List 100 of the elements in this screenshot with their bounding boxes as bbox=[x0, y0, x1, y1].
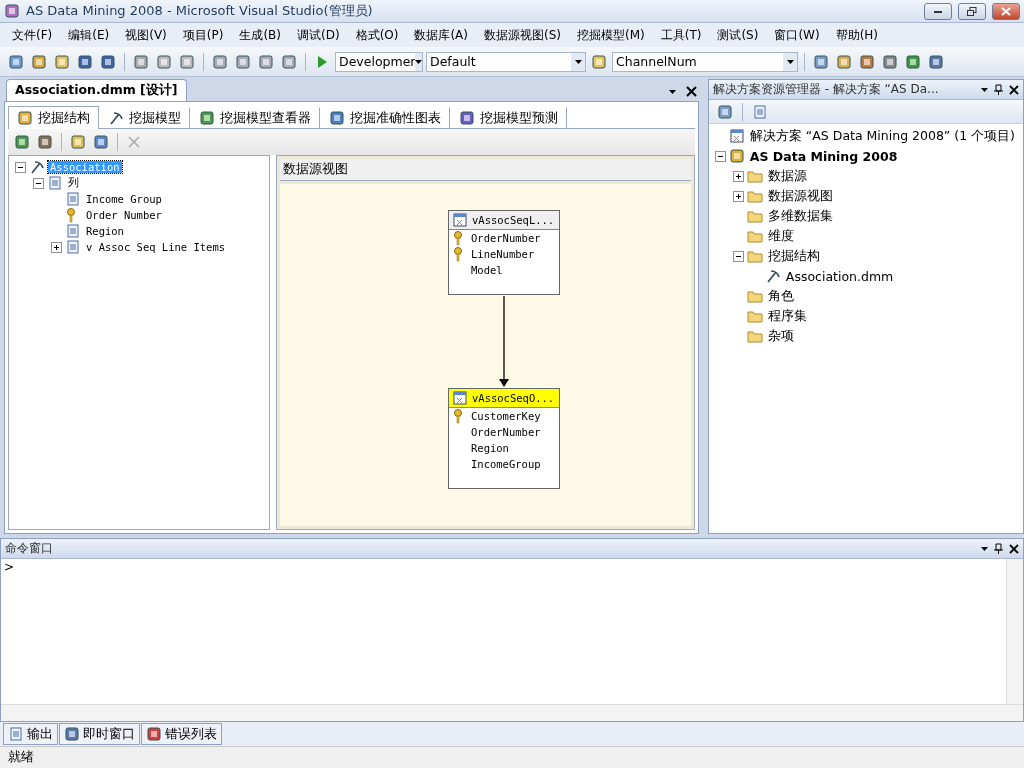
tree-item[interactable]: 解决方案 “AS Data Mining 2008” (1 个项目) bbox=[747, 127, 1017, 145]
caret-icon bbox=[415, 59, 422, 64]
minimize-button[interactable] bbox=[924, 2, 952, 20]
table-node[interactable]: vAssocSeqL... OrderNumber LineNumber Model bbox=[448, 210, 560, 295]
folder-icon bbox=[746, 208, 763, 224]
tree-item[interactable]: 挖掘结构 bbox=[765, 247, 822, 265]
find-dropdown[interactable]: ChannelNum bbox=[612, 51, 798, 72]
tree-item[interactable]: AS Data Mining 2008 bbox=[747, 148, 900, 164]
tree-item[interactable]: 数据源 bbox=[765, 167, 809, 185]
menu-item[interactable]: 数据源视图(S) bbox=[476, 24, 569, 46]
restore-button[interactable] bbox=[958, 2, 986, 20]
tree-item[interactable]: Income Group bbox=[84, 193, 164, 205]
column-name: IncomeGroup bbox=[471, 458, 541, 470]
tree-item[interactable]: 程序集 bbox=[765, 307, 809, 325]
column-name: LineNumber bbox=[471, 248, 535, 260]
column-name: OrderNumber bbox=[471, 232, 541, 244]
play-icon bbox=[317, 55, 327, 68]
expand-icon[interactable] bbox=[732, 190, 744, 202]
tree-item[interactable]: Order Number bbox=[84, 209, 164, 221]
tree-item[interactable]: 多维数据集 bbox=[765, 207, 835, 225]
caret-icon bbox=[574, 59, 582, 64]
menu-item[interactable]: 文件(F) bbox=[4, 24, 61, 46]
menu-item[interactable]: 帮助(H) bbox=[827, 24, 887, 46]
dropdown-icon bbox=[981, 546, 988, 551]
command-prompt: > bbox=[4, 560, 15, 574]
folder-icon bbox=[746, 168, 763, 184]
close-button[interactable] bbox=[992, 2, 1020, 20]
designer-tab[interactable]: 挖掘模型查看器 bbox=[190, 107, 320, 128]
collapse-icon[interactable] bbox=[15, 161, 26, 173]
platform-dropdown[interactable]: Default bbox=[426, 51, 586, 72]
tool-window-tab[interactable]: 即时窗口 bbox=[59, 723, 140, 745]
menu-item[interactable]: 测试(S) bbox=[709, 24, 767, 46]
table-icon bbox=[452, 212, 468, 228]
column-icon bbox=[65, 239, 81, 255]
tree-item[interactable]: 角色 bbox=[765, 287, 796, 305]
document-tab[interactable]: Association.dmm [设计] bbox=[6, 79, 187, 101]
table-icon bbox=[452, 390, 468, 406]
designer-tab[interactable]: 挖掘结构 bbox=[8, 106, 99, 129]
column-name: OrderNumber bbox=[471, 426, 541, 438]
dropdown-icon bbox=[981, 87, 988, 92]
configuration-dropdown[interactable]: Developmer bbox=[335, 51, 423, 72]
menu-item[interactable]: 视图(V) bbox=[117, 24, 175, 46]
column-name: Model bbox=[471, 264, 503, 276]
delete-icon bbox=[127, 135, 141, 149]
close-icon[interactable] bbox=[1009, 543, 1019, 554]
pane-title: 解决方案资源管理器 - 解决方案 “AS Da... bbox=[712, 81, 940, 98]
tree-item[interactable]: 杂项 bbox=[765, 327, 796, 345]
solution-icon bbox=[728, 128, 745, 144]
tool-window-tab[interactable]: 输出 bbox=[3, 723, 58, 745]
menu-item[interactable]: 工具(T) bbox=[652, 24, 710, 46]
tree-item[interactable]: Association.dmm bbox=[783, 268, 896, 284]
app-icon bbox=[4, 3, 20, 19]
table-title: vAssocSeqL... bbox=[472, 214, 555, 226]
menu-item[interactable]: 项目(P) bbox=[174, 24, 232, 46]
tree-item[interactable]: Region bbox=[84, 225, 126, 237]
folder-icon bbox=[746, 248, 763, 264]
collapse-icon[interactable] bbox=[33, 177, 44, 189]
minimize-icon bbox=[933, 8, 943, 14]
close-icon[interactable] bbox=[685, 86, 697, 97]
menu-item[interactable]: 生成(B) bbox=[231, 24, 289, 46]
collapse-icon[interactable] bbox=[732, 250, 744, 262]
pickaxe-icon bbox=[764, 268, 781, 284]
pickaxe-folder-icon bbox=[29, 159, 45, 175]
pane-title: 命令窗口 bbox=[5, 540, 54, 557]
show-files-icon bbox=[751, 103, 768, 120]
menu-item[interactable]: 窗口(W) bbox=[766, 24, 828, 46]
designer-tab[interactable]: 挖掘准确性图表 bbox=[320, 107, 450, 128]
pin-icon[interactable] bbox=[994, 84, 1003, 95]
close-icon[interactable] bbox=[1009, 84, 1019, 95]
collapse-icon[interactable] bbox=[714, 150, 726, 162]
pin-icon[interactable] bbox=[994, 543, 1003, 554]
tool-window-tab[interactable]: 错误列表 bbox=[141, 723, 222, 745]
column-icon bbox=[65, 191, 81, 207]
menu-item[interactable]: 数据库(A) bbox=[406, 24, 476, 46]
designer-tab[interactable]: 挖掘模型 bbox=[99, 107, 190, 128]
status-bar: 就绪 bbox=[0, 746, 1024, 768]
column-name: CustomerKey bbox=[471, 410, 541, 422]
column-icon bbox=[65, 223, 81, 239]
vertical-scrollbar[interactable] bbox=[1006, 559, 1023, 704]
menu-item[interactable]: 编辑(E) bbox=[60, 24, 118, 46]
table-node[interactable]: vAssocSeqO... CustomerKey OrderNumber Region IncomeGroup bbox=[448, 388, 560, 489]
designer-tab[interactable]: 挖掘模型预测 bbox=[450, 107, 567, 128]
window-title: AS Data Mining 2008 - Microsoft Visual Studio(管理员) bbox=[26, 2, 374, 20]
menu-item[interactable]: 格式(O) bbox=[347, 24, 407, 46]
list-icon bbox=[47, 175, 63, 191]
tree-item[interactable]: 列 bbox=[66, 176, 81, 190]
menu-item[interactable]: 挖掘模型(M) bbox=[569, 24, 653, 46]
menu-item[interactable]: 调试(D) bbox=[289, 24, 348, 46]
tree-item[interactable]: v Assoc Seq Line Items bbox=[84, 241, 228, 253]
expand-icon[interactable] bbox=[732, 170, 744, 182]
folder-icon bbox=[746, 228, 763, 244]
tree-item[interactable]: 数据源视图 bbox=[765, 187, 835, 205]
expand-icon[interactable] bbox=[51, 241, 62, 253]
folder-icon bbox=[746, 328, 763, 344]
dropdown-icon bbox=[668, 89, 676, 94]
horizontal-scrollbar[interactable] bbox=[1, 704, 1023, 721]
tree-item[interactable]: 维度 bbox=[765, 227, 796, 245]
table-title: vAssocSeqO... bbox=[472, 392, 555, 404]
folder-icon bbox=[746, 288, 763, 304]
close-icon bbox=[1001, 6, 1011, 16]
